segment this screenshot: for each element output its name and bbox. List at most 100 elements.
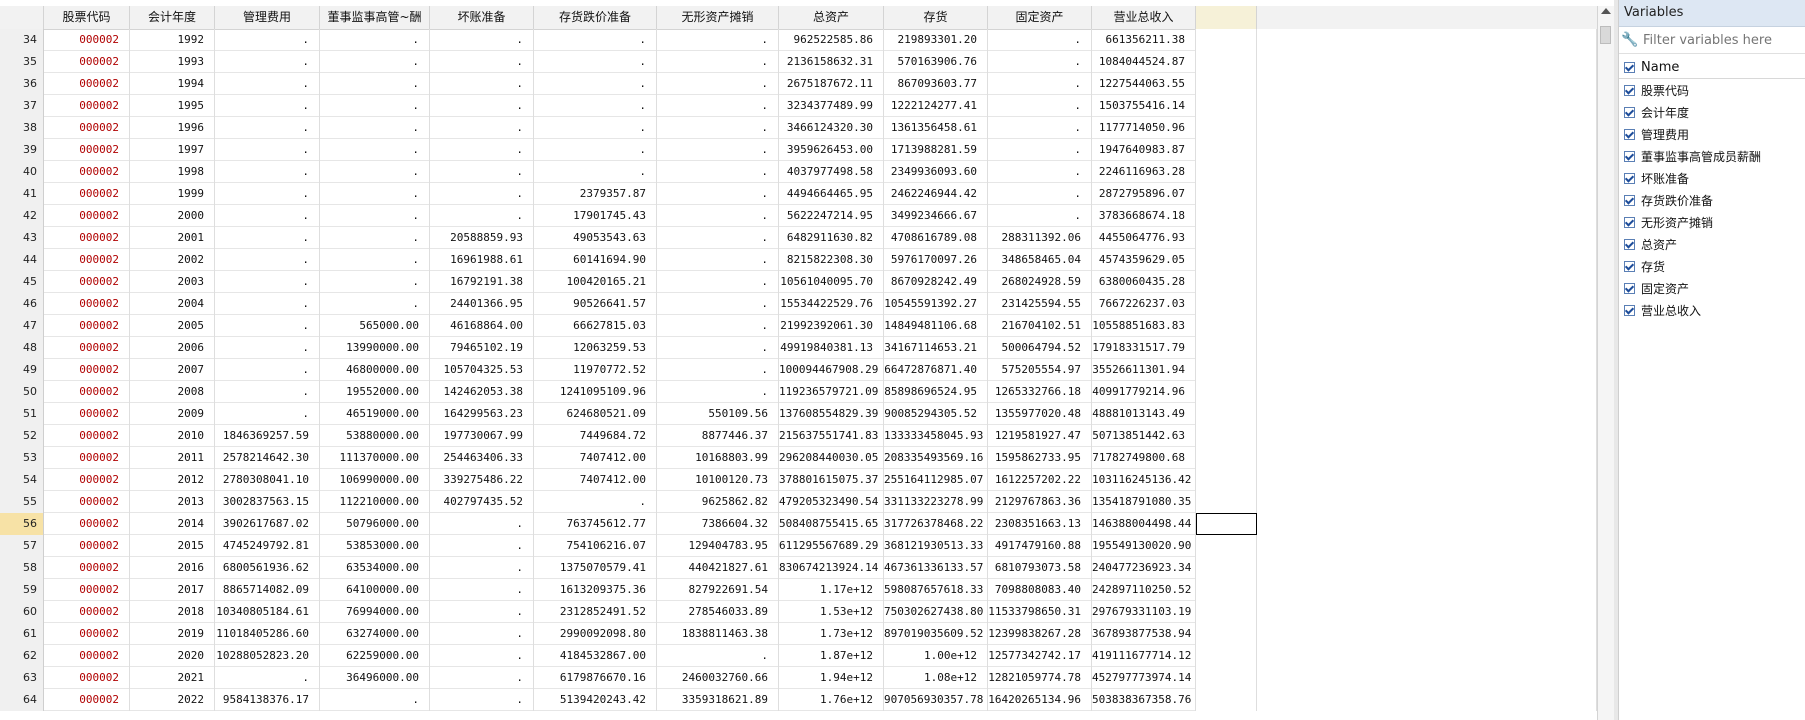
table-cell[interactable]: 2001	[130, 227, 215, 249]
table-cell[interactable]: .	[430, 623, 534, 645]
row-number[interactable]: 55	[0, 491, 44, 513]
table-cell[interactable]: 2780308041.10	[215, 469, 320, 491]
table-cell[interactable]: 1177714050.96	[1092, 117, 1196, 139]
table-cell[interactable]: 2005	[130, 315, 215, 337]
table-cell[interactable]: 9584138376.17	[215, 689, 320, 711]
table-cell[interactable]: 1995	[130, 95, 215, 117]
table-cell[interactable]: 1998	[130, 161, 215, 183]
variable-item[interactable]: 会计年度	[1619, 101, 1805, 123]
table-cell[interactable]: 000002	[44, 271, 130, 293]
column-header[interactable]: 存货跌价准备	[534, 6, 657, 29]
row-number[interactable]: 64	[0, 689, 44, 711]
table-cell[interactable]: 000002	[44, 337, 130, 359]
table-cell[interactable]: 6380060435.28	[1092, 271, 1196, 293]
table-cell[interactable]: .	[657, 73, 779, 95]
table-cell[interactable]: .	[534, 117, 657, 139]
table-cell[interactable]: 575205554.97	[988, 359, 1092, 381]
table-cell[interactable]: .	[320, 29, 430, 51]
row-number[interactable]: 38	[0, 117, 44, 139]
table-cell[interactable]: .	[534, 139, 657, 161]
table-cell[interactable]: 242897110250.52	[1092, 579, 1196, 601]
table-cell[interactable]: 195549130020.90	[1092, 535, 1196, 557]
table-cell[interactable]: .	[430, 513, 534, 535]
table-cell[interactable]: 66472876871.40	[884, 359, 988, 381]
table-cell[interactable]: .	[320, 271, 430, 293]
table-cell[interactable]: 4745249792.81	[215, 535, 320, 557]
row-number[interactable]: 45	[0, 271, 44, 293]
table-cell[interactable]: 268024928.59	[988, 271, 1092, 293]
table-cell[interactable]: 12063259.53	[534, 337, 657, 359]
table-cell[interactable]: 21992392061.30	[779, 315, 884, 337]
table-cell[interactable]: 348658465.04	[988, 249, 1092, 271]
table-cell[interactable]: .	[988, 205, 1092, 227]
table-cell[interactable]: .	[215, 337, 320, 359]
row-number[interactable]: 61	[0, 623, 44, 645]
table-cell[interactable]: 2349936093.60	[884, 161, 988, 183]
row-number[interactable]: 39	[0, 139, 44, 161]
table-cell[interactable]: .	[430, 73, 534, 95]
row-number[interactable]: 40	[0, 161, 44, 183]
row-number[interactable]: 46	[0, 293, 44, 315]
table-cell[interactable]: 85898696524.95	[884, 381, 988, 403]
variable-item[interactable]: 总资产	[1619, 233, 1805, 255]
table-cell[interactable]: 1996	[130, 117, 215, 139]
table-cell[interactable]: .	[215, 271, 320, 293]
table-cell[interactable]: 49053543.63	[534, 227, 657, 249]
table-cell[interactable]: 827922691.54	[657, 579, 779, 601]
table-cell[interactable]: .	[215, 183, 320, 205]
table-cell[interactable]: .	[215, 293, 320, 315]
table-cell[interactable]: 119236579721.09	[779, 381, 884, 403]
empty-cell[interactable]	[1196, 645, 1257, 667]
table-cell[interactable]: 63534000.00	[320, 557, 430, 579]
table-cell[interactable]: 2003	[130, 271, 215, 293]
table-cell[interactable]: 254463406.33	[430, 447, 534, 469]
table-cell[interactable]: 565000.00	[320, 315, 430, 337]
table-cell[interactable]: 1503755416.14	[1092, 95, 1196, 117]
table-cell[interactable]: 103116245136.42	[1092, 469, 1196, 491]
table-cell[interactable]: 907056930357.78	[884, 689, 988, 711]
empty-cell[interactable]	[1196, 139, 1257, 161]
table-cell[interactable]: 1846369257.59	[215, 425, 320, 447]
table-cell[interactable]: .	[430, 205, 534, 227]
row-number[interactable]: 50	[0, 381, 44, 403]
table-cell[interactable]: 10100120.73	[657, 469, 779, 491]
variable-checkbox[interactable]	[1624, 238, 1635, 250]
table-cell[interactable]: 17901745.43	[534, 205, 657, 227]
table-cell[interactable]: .	[430, 689, 534, 711]
table-cell[interactable]: .	[657, 381, 779, 403]
table-cell[interactable]: 2009	[130, 403, 215, 425]
table-cell[interactable]: 2017	[130, 579, 215, 601]
table-cell[interactable]: .	[657, 645, 779, 667]
variable-item[interactable]: 存货跌价准备	[1619, 189, 1805, 211]
table-cell[interactable]: .	[534, 161, 657, 183]
table-cell[interactable]: 1612257202.22	[988, 469, 1092, 491]
table-cell[interactable]: 1595862733.95	[988, 447, 1092, 469]
table-cell[interactable]: 3499234666.67	[884, 205, 988, 227]
table-cell[interactable]: .	[320, 161, 430, 183]
table-cell[interactable]: 2006	[130, 337, 215, 359]
table-cell[interactable]: 000002	[44, 403, 130, 425]
table-cell[interactable]: 2308351663.13	[988, 513, 1092, 535]
table-cell[interactable]: .	[657, 51, 779, 73]
empty-cell[interactable]	[1196, 51, 1257, 73]
select-all-checkbox[interactable]	[1624, 61, 1635, 73]
table-cell[interactable]: 962522585.86	[779, 29, 884, 51]
table-cell[interactable]: .	[215, 667, 320, 689]
table-cell[interactable]: 46800000.00	[320, 359, 430, 381]
variable-checkbox[interactable]	[1624, 84, 1635, 96]
table-cell[interactable]: 2872795896.07	[1092, 183, 1196, 205]
table-cell[interactable]: 2022	[130, 689, 215, 711]
table-cell[interactable]: 4037977498.58	[779, 161, 884, 183]
table-cell[interactable]: 4574359629.05	[1092, 249, 1196, 271]
empty-cell[interactable]	[1196, 579, 1257, 601]
table-cell[interactable]: 2014	[130, 513, 215, 535]
table-cell[interactable]: .	[320, 293, 430, 315]
table-cell[interactable]: .	[657, 139, 779, 161]
empty-cell[interactable]	[1196, 535, 1257, 557]
table-cell[interactable]: 1992	[130, 29, 215, 51]
table-cell[interactable]: 1265332766.18	[988, 381, 1092, 403]
empty-cell[interactable]	[1196, 623, 1257, 645]
variable-checkbox[interactable]	[1624, 172, 1635, 184]
table-cell[interactable]: 240477236923.34	[1092, 557, 1196, 579]
row-number[interactable]: 63	[0, 667, 44, 689]
